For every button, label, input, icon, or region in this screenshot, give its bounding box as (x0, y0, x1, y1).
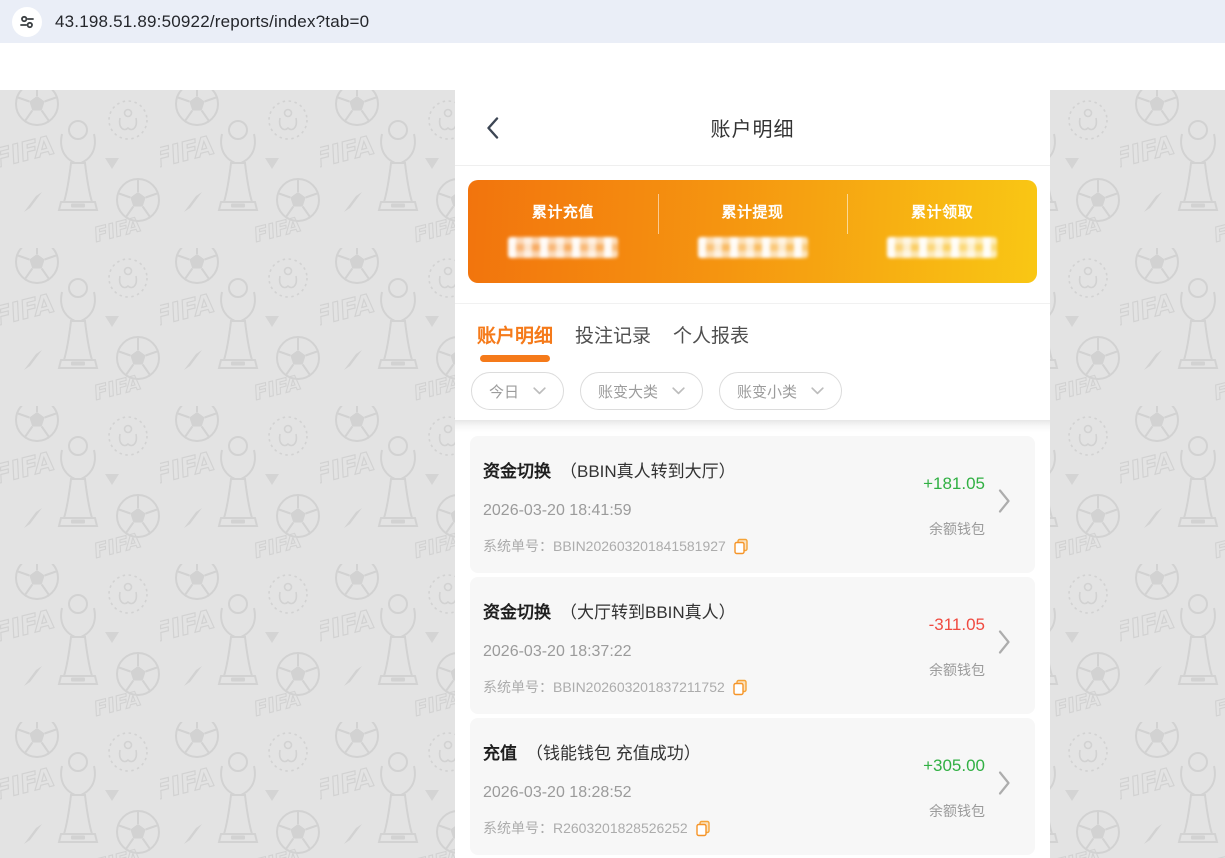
transaction-list: 资金切换 （BBIN真人转到大厅） 2026-03-20 18:41:59 系统… (455, 432, 1050, 855)
total-claim-value-masked (887, 237, 998, 258)
filter-label: 今日 (489, 383, 520, 401)
transaction-order-row: 系统单号： BBIN202603201841581927 (483, 536, 1035, 556)
transaction-row[interactable]: 资金切换 （BBIN真人转到大厅） 2026-03-20 18:41:59 系统… (470, 436, 1035, 573)
order-number: BBIN202603201841581927 (553, 538, 726, 554)
total-withdraw-value-masked (697, 237, 808, 258)
filters-bar: 今日 账变大类 账变小类 (455, 366, 1050, 420)
active-tab-underline (480, 355, 550, 362)
tab-label: 个人报表 (673, 326, 750, 347)
transaction-datetime: 2026-03-20 18:41:59 (483, 502, 632, 519)
chevron-right-icon (998, 771, 1010, 795)
tab-account-detail[interactable]: 账户明细 (477, 321, 553, 366)
browser-toolbar-gap (0, 43, 1225, 90)
tab-label: 投注记录 (575, 326, 652, 347)
page-title: 账户明细 (710, 119, 795, 141)
chevron-down-icon (672, 387, 685, 395)
transaction-datetime: 2026-03-20 18:28:52 (483, 784, 632, 801)
total-claim-col: 累计领取 (847, 180, 1037, 283)
transaction-detail: （大厅转到BBIN真人） (560, 603, 736, 622)
transaction-amount: +181.05 (923, 474, 985, 493)
total-deposit-label: 累计充值 (531, 204, 594, 221)
total-deposit-col: 累计充值 (468, 180, 658, 283)
total-withdraw-col: 累计提现 (658, 180, 848, 283)
chevron-left-icon (487, 117, 499, 139)
transaction-amount: -311.05 (928, 615, 985, 634)
filter-major-category-dropdown[interactable]: 账变大类 (580, 372, 704, 410)
total-claim-label: 累计领取 (911, 204, 974, 221)
transaction-datetime: 2026-03-20 18:37:22 (483, 643, 632, 660)
copy-icon (696, 820, 710, 836)
chevron-right-icon (998, 630, 1010, 654)
transaction-wallet: 余额钱包 (929, 803, 985, 819)
filter-label: 账变小类 (737, 383, 798, 401)
section-divider-shadow (455, 420, 1050, 432)
copy-order-button[interactable] (732, 679, 748, 696)
transaction-type: 资金切换 (483, 603, 551, 622)
totals-summary-card: 累计充值 累计提现 累计领取 (468, 180, 1037, 283)
chevron-down-icon (533, 387, 546, 395)
app-header: 账户明细 (455, 90, 1050, 166)
summary-divider (847, 194, 849, 234)
url-text[interactable]: 43.198.51.89:50922/reports/index?tab=0 (55, 12, 369, 32)
transaction-type: 充值 (483, 744, 517, 763)
total-withdraw-label: 累计提现 (721, 204, 784, 221)
copy-icon (734, 538, 748, 554)
transaction-order-row: 系统单号： BBIN202603201837211752 (483, 677, 1035, 697)
total-deposit-value-masked (507, 237, 618, 258)
browser-url-bar[interactable]: 43.198.51.89:50922/reports/index?tab=0 (0, 0, 1225, 43)
tune-controls-icon (20, 15, 34, 28)
order-number: R2603201828526252 (553, 820, 688, 836)
site-settings-button[interactable] (12, 6, 42, 37)
order-label: 系统单号： (483, 820, 553, 836)
tab-label: 账户明细 (477, 326, 554, 347)
transaction-type: 资金切换 (483, 462, 551, 481)
transaction-wallet: 余额钱包 (929, 662, 985, 678)
filter-date-dropdown[interactable]: 今日 (471, 372, 565, 410)
transaction-detail: （BBIN真人转到大厅） (560, 462, 736, 481)
chevron-down-icon (811, 387, 824, 395)
tabs-bar: 账户明细 投注记录 个人报表 (455, 303, 1050, 366)
page-background: FIFA FIFA 账户明细 累计充值 (0, 90, 1225, 858)
transaction-row[interactable]: 资金切换 （大厅转到BBIN真人） 2026-03-20 18:37:22 系统… (470, 577, 1035, 714)
copy-order-button[interactable] (695, 820, 711, 837)
order-label: 系统单号： (483, 679, 553, 695)
chevron-right-icon (998, 489, 1010, 513)
tab-personal-report[interactable]: 个人报表 (673, 321, 749, 366)
tab-bet-records[interactable]: 投注记录 (575, 321, 651, 366)
transaction-wallet: 余额钱包 (929, 521, 985, 537)
transaction-detail: （钱能钱包 充值成功） (526, 744, 701, 763)
transaction-row[interactable]: 充值 （钱能钱包 充值成功） 2026-03-20 18:28:52 系统单号：… (470, 718, 1035, 855)
transaction-amount: +305.00 (923, 756, 985, 775)
account-detail-panel: 账户明细 累计充值 累计提现 累计领取 账户明细 投注记录 个人报表 今日 账变… (455, 90, 1050, 858)
summary-divider (657, 194, 659, 234)
transaction-order-row: 系统单号： R2603201828526252 (483, 818, 1035, 838)
back-button[interactable] (485, 116, 501, 140)
filter-label: 账变大类 (598, 383, 659, 401)
copy-order-button[interactable] (733, 538, 749, 555)
order-label: 系统单号： (483, 538, 553, 554)
filter-minor-category-dropdown[interactable]: 账变小类 (719, 372, 843, 410)
copy-icon (733, 679, 747, 695)
order-number: BBIN202603201837211752 (553, 679, 725, 695)
